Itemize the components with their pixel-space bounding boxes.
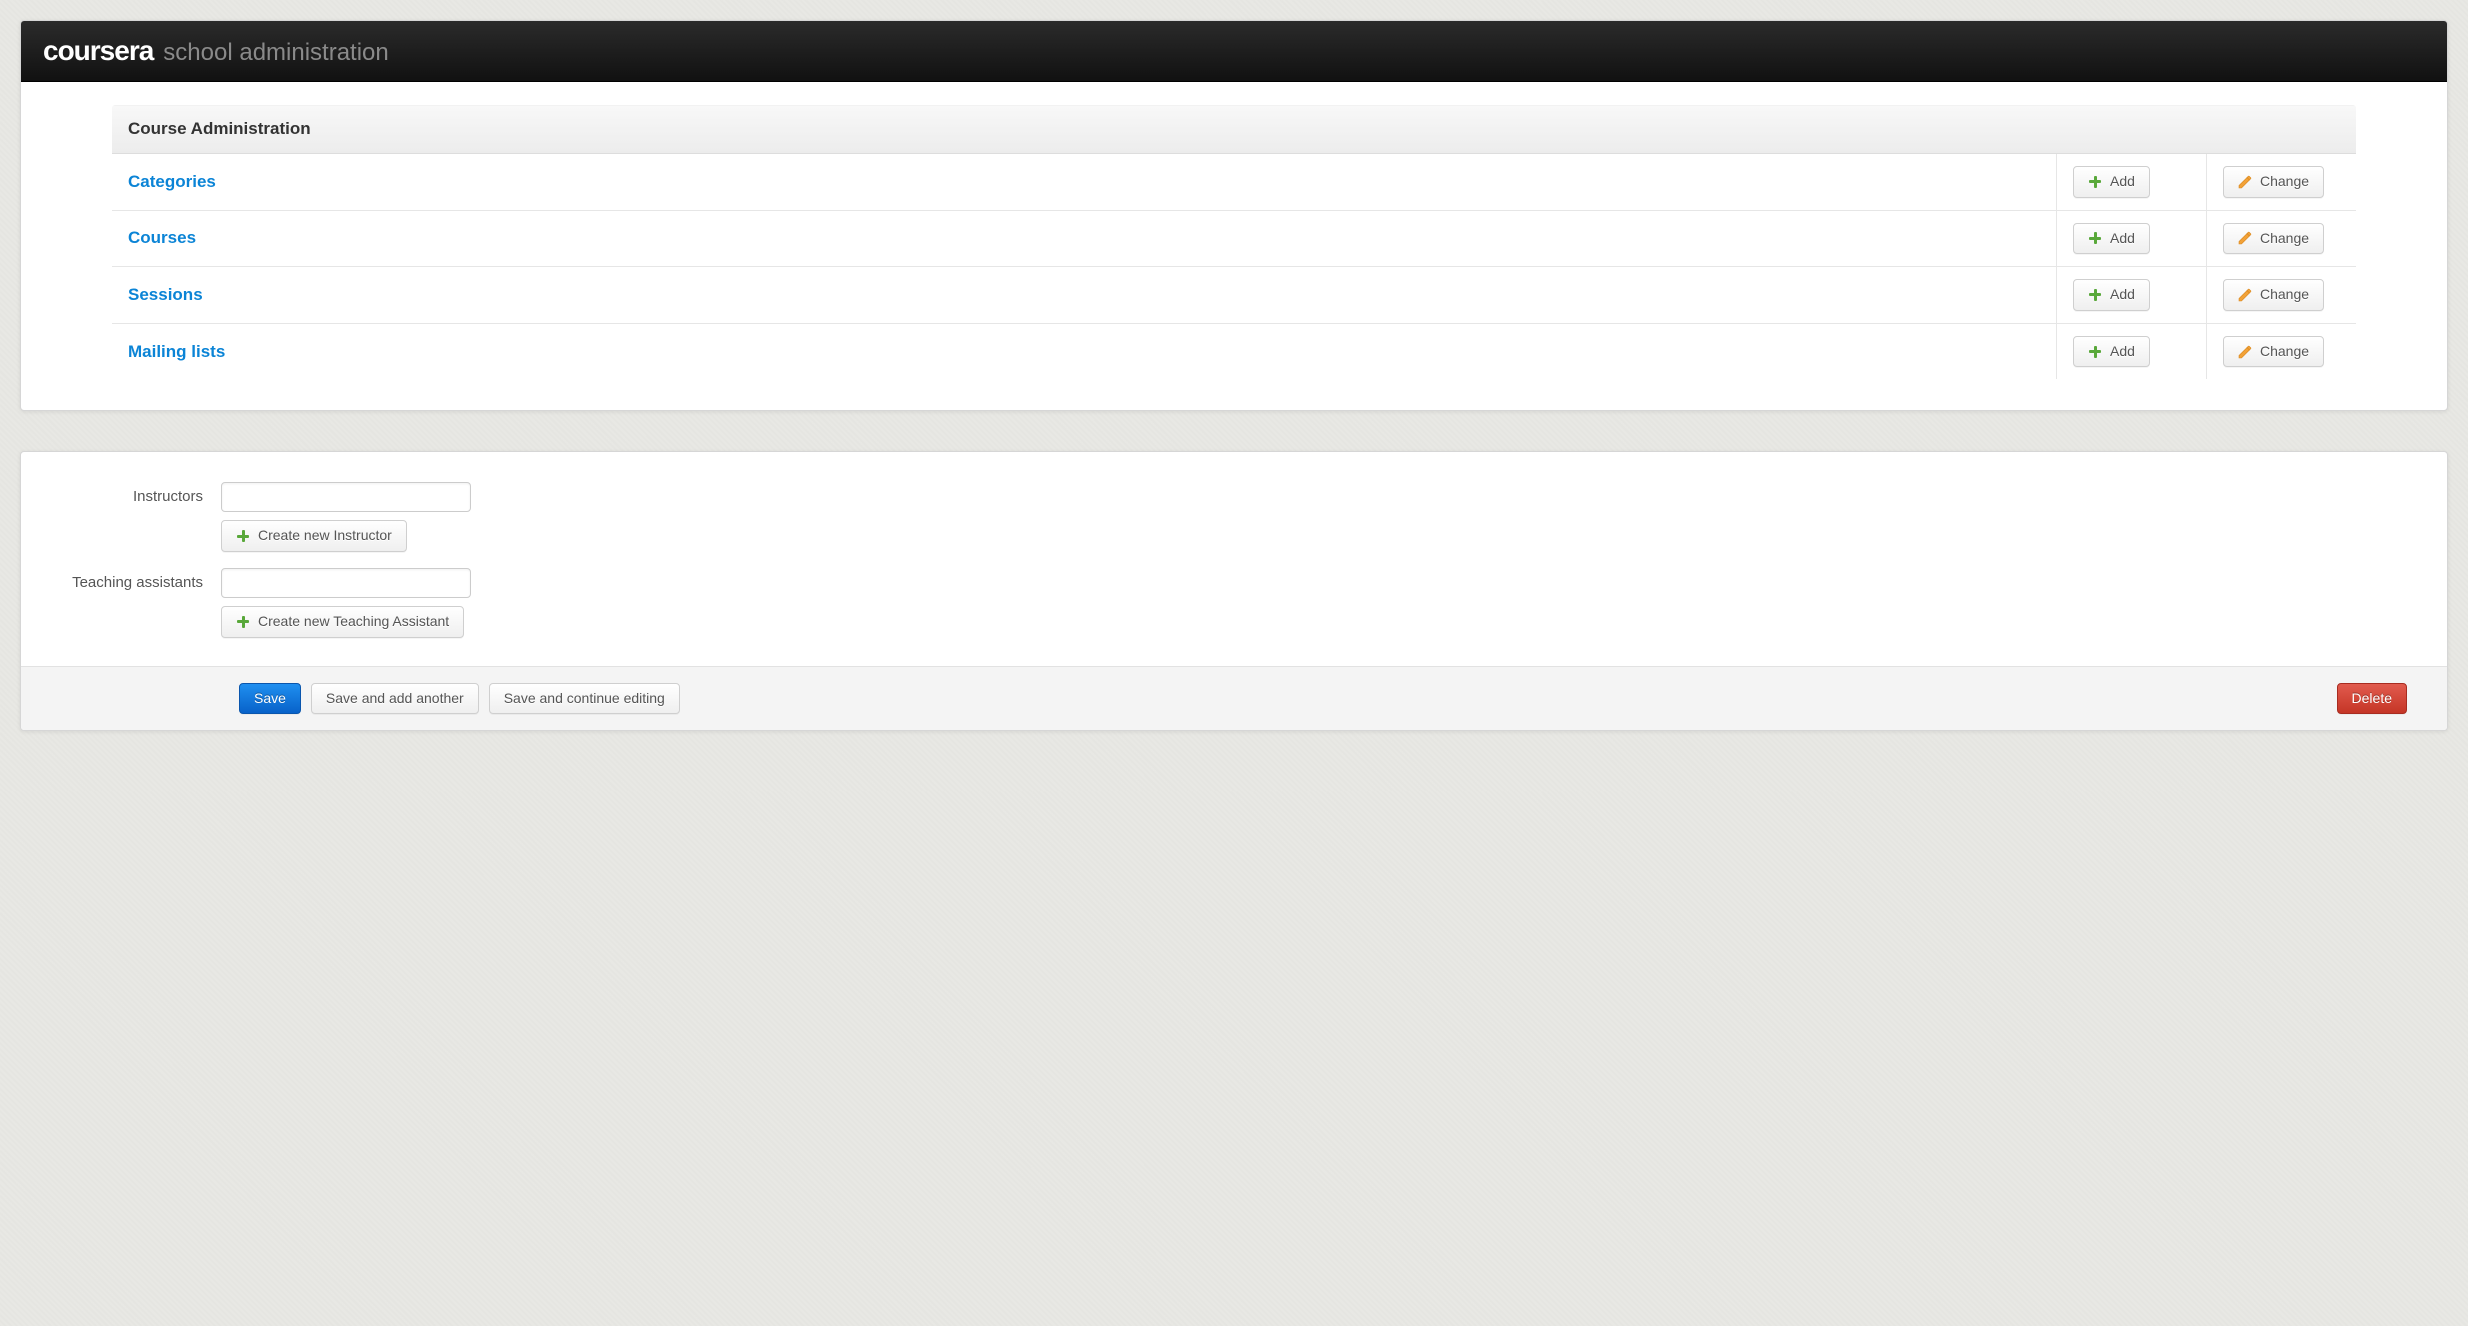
add-button[interactable]: Add [2073, 223, 2150, 255]
admin-table-title: Course Administration [112, 105, 2357, 154]
model-link[interactable]: Mailing lists [128, 342, 225, 361]
tas-row: Teaching assistants Create new Teaching … [21, 560, 2447, 646]
plus-icon [2088, 175, 2102, 189]
table-row: Courses Add Change [112, 210, 2357, 267]
change-button-label: Change [2260, 342, 2309, 362]
form-actions-bar: Save Save and add another Save and conti… [21, 666, 2447, 731]
admin-index-panel: coursera school administration Course Ad… [20, 20, 2448, 411]
plus-icon [2088, 345, 2102, 359]
model-link[interactable]: Categories [128, 172, 216, 191]
add-button[interactable]: Add [2073, 279, 2150, 311]
change-button-label: Change [2260, 172, 2309, 192]
add-button-label: Add [2110, 172, 2135, 192]
tas-input[interactable] [221, 568, 471, 598]
change-button[interactable]: Change [2223, 336, 2324, 368]
top-bar: coursera school administration [21, 21, 2447, 82]
pencil-icon [2238, 231, 2252, 245]
add-button-label: Add [2110, 229, 2135, 249]
admin-table-wrapper: Course Administration Categories Add Chang… [21, 82, 2447, 410]
plus-icon [236, 529, 250, 543]
save-button[interactable]: Save [239, 683, 301, 715]
table-row: Mailing lists Add Change [112, 323, 2357, 380]
instructors-row: Instructors Create new Instructor [21, 474, 2447, 560]
instructors-label: Instructors [21, 482, 221, 505]
add-button[interactable]: Add [2073, 336, 2150, 368]
change-button[interactable]: Change [2223, 279, 2324, 311]
save-add-another-button[interactable]: Save and add another [311, 683, 479, 715]
pencil-icon [2238, 345, 2252, 359]
course-admin-table: Course Administration Categories Add Chang… [111, 104, 2357, 380]
change-button-label: Change [2260, 285, 2309, 305]
tas-label: Teaching assistants [21, 568, 221, 591]
add-button-label: Add [2110, 342, 2135, 362]
delete-button[interactable]: Delete [2337, 683, 2407, 715]
plus-icon [236, 615, 250, 629]
plus-icon [2088, 288, 2102, 302]
create-ta-button[interactable]: Create new Teaching Assistant [221, 606, 464, 638]
change-button-label: Change [2260, 229, 2309, 249]
model-link[interactable]: Sessions [128, 285, 203, 304]
plus-icon [2088, 231, 2102, 245]
instructors-input[interactable] [221, 482, 471, 512]
table-row: Sessions Add Change [112, 267, 2357, 324]
pencil-icon [2238, 175, 2252, 189]
change-button[interactable]: Change [2223, 166, 2324, 198]
create-instructor-label: Create new Instructor [258, 526, 392, 546]
create-ta-label: Create new Teaching Assistant [258, 612, 449, 632]
save-continue-button[interactable]: Save and continue editing [489, 683, 680, 715]
change-button[interactable]: Change [2223, 223, 2324, 255]
model-link[interactable]: Courses [128, 228, 196, 247]
table-row: Categories Add Change [112, 154, 2357, 211]
brand-subtitle: school administration [163, 39, 388, 67]
add-button-label: Add [2110, 285, 2135, 305]
pencil-icon [2238, 288, 2252, 302]
edit-form-panel: Instructors Create new Instructor Teachi… [20, 451, 2448, 731]
add-button[interactable]: Add [2073, 166, 2150, 198]
brand-logo: coursera [43, 35, 153, 67]
create-instructor-button[interactable]: Create new Instructor [221, 520, 407, 552]
